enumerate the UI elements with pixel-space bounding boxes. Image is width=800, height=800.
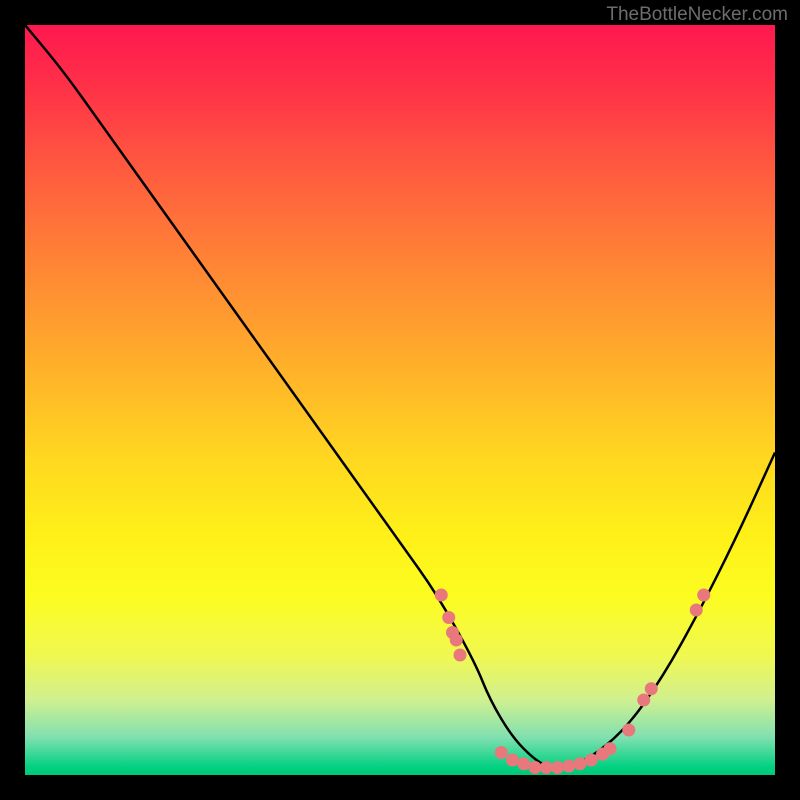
- watermark-text: TheBottleNecker.com: [606, 4, 788, 26]
- chart-svg-layer: [25, 25, 775, 775]
- scatter-point: [495, 746, 508, 759]
- scatter-point: [690, 604, 703, 617]
- scatter-point: [645, 682, 658, 695]
- scatter-point: [637, 694, 650, 707]
- chart-plot-area: [25, 25, 775, 775]
- scatter-point: [585, 754, 598, 767]
- scatter-point: [517, 757, 530, 770]
- scatter-point: [622, 724, 635, 737]
- scatter-point: [604, 742, 617, 755]
- scatter-point: [442, 611, 455, 624]
- scatter-point: [551, 761, 564, 774]
- scatter-point: [454, 649, 467, 662]
- scatter-point: [435, 589, 448, 602]
- scatter-points: [435, 589, 711, 775]
- scatter-point: [450, 634, 463, 647]
- scatter-point: [540, 761, 553, 774]
- scatter-point: [529, 761, 542, 774]
- scatter-point: [574, 757, 587, 770]
- scatter-point: [562, 760, 575, 773]
- bottleneck-curve: [25, 25, 775, 768]
- scatter-point: [697, 589, 710, 602]
- scatter-point: [506, 754, 519, 767]
